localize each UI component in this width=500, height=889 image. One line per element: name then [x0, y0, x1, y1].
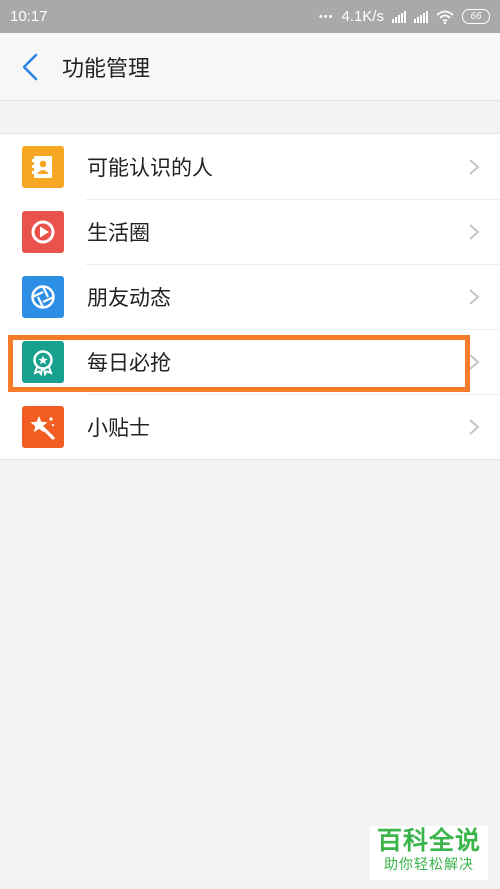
contact-book-icon	[22, 145, 64, 188]
network-speed: 4.1K/s	[341, 8, 384, 25]
battery-icon: 66	[462, 9, 490, 24]
list-item-label: 可能认识的人	[87, 155, 213, 180]
aperture-icon	[22, 275, 64, 318]
page-header: 功能管理	[0, 33, 500, 101]
watermark-title: 百科全说	[376, 826, 481, 855]
chevron-right-icon	[469, 418, 480, 435]
list-item-daily-deals[interactable]: 每日必抢	[0, 329, 500, 394]
list-item-label: 朋友动态	[87, 285, 171, 310]
list-item-friend-updates[interactable]: 朋友动态	[0, 264, 500, 329]
award-badge-icon	[22, 340, 64, 383]
watermark-logo: 百科全说 助你轻松解决	[370, 826, 488, 880]
list-item-life-circle[interactable]: 生活圈	[0, 199, 500, 264]
status-time: 10:17	[10, 8, 48, 25]
signal-icon	[392, 10, 406, 23]
status-bar: 10:17 ••• 4.1K/s 66	[0, 0, 500, 33]
list-item-label: 每日必抢	[87, 350, 171, 375]
chevron-right-icon	[469, 288, 480, 305]
watermark-subtitle: 助你轻松解决	[384, 857, 474, 873]
chevron-left-icon	[22, 53, 38, 80]
list-item-tips[interactable]: 小贴士	[0, 394, 500, 459]
status-dots: •••	[318, 10, 334, 23]
play-circle-icon	[22, 210, 64, 253]
magic-star-icon	[22, 405, 64, 448]
chevron-right-icon	[469, 158, 480, 175]
list-item-people-you-may-know[interactable]: 可能认识的人	[0, 134, 500, 199]
status-indicators: ••• 4.1K/s 66	[319, 8, 490, 25]
chevron-right-icon	[469, 353, 480, 370]
list-item-label: 小贴士	[87, 415, 150, 440]
feature-list: 可能认识的人 生活圈 朋友动态 每日必抢 小贴士	[0, 133, 500, 460]
signal-icon	[414, 10, 428, 23]
list-item-label: 生活圈	[87, 220, 150, 245]
back-button[interactable]	[0, 33, 60, 100]
wifi-icon	[436, 10, 454, 24]
chevron-right-icon	[469, 223, 480, 240]
page-title: 功能管理	[62, 56, 151, 82]
